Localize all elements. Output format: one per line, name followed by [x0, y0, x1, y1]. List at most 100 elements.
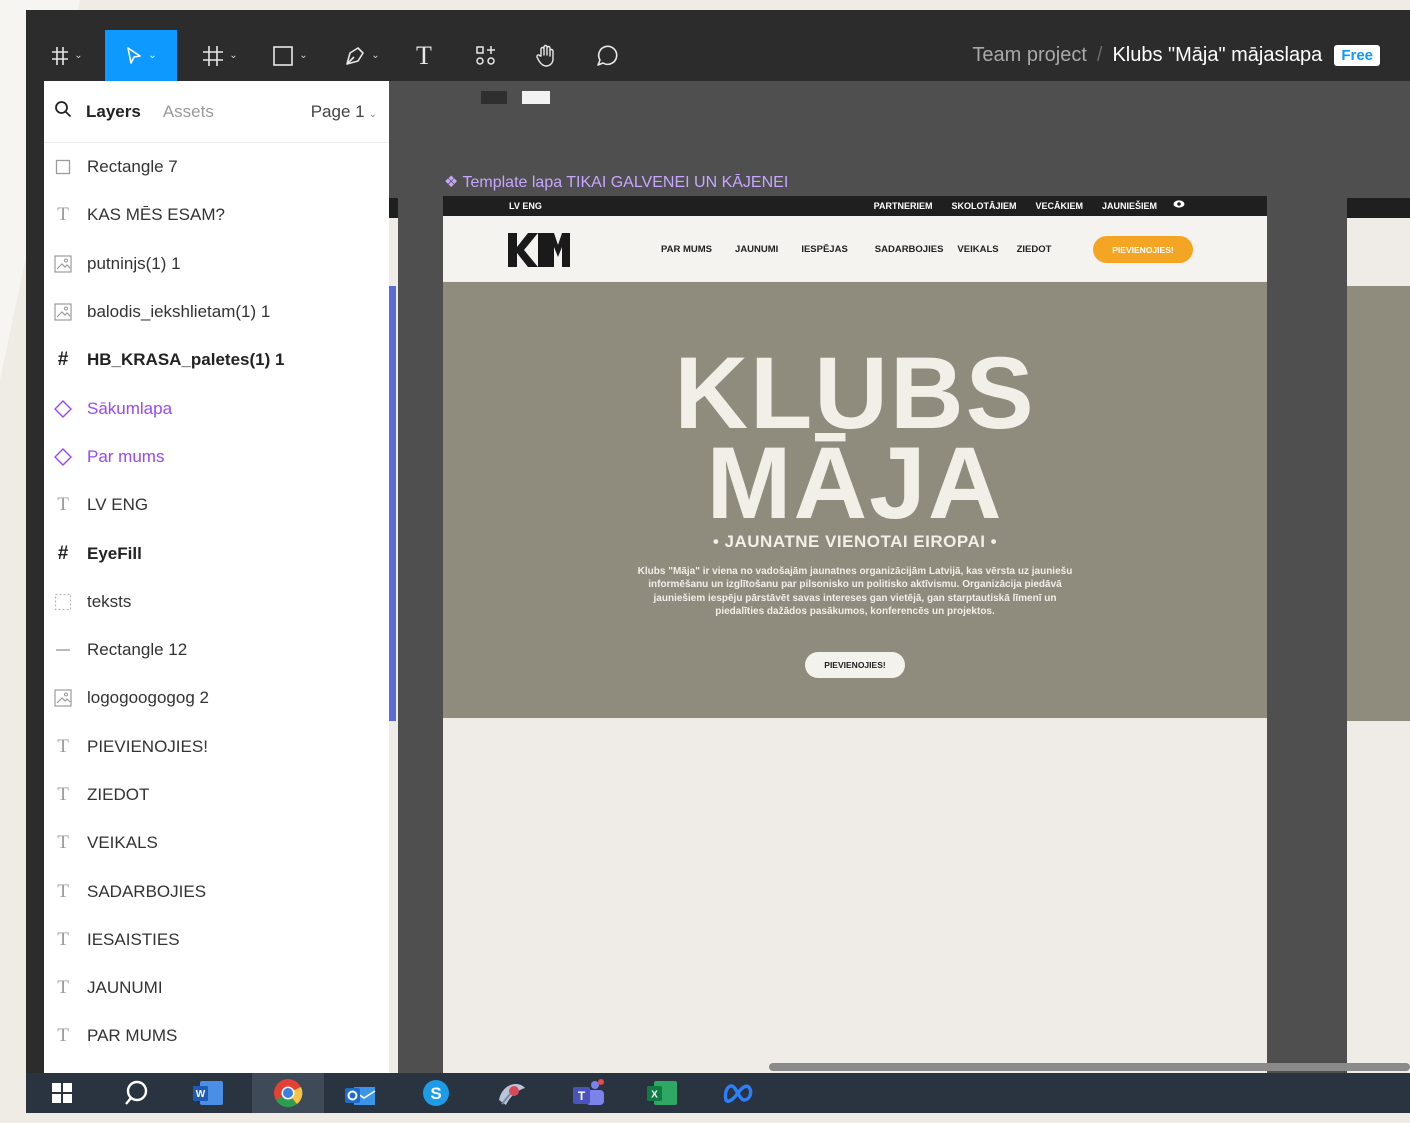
- pen-tool-button[interactable]: ⌄: [334, 30, 390, 81]
- layer-name: teksts: [87, 591, 132, 611]
- layer-name: PAR MUMS: [87, 1026, 178, 1046]
- project-name[interactable]: Team project: [972, 44, 1087, 67]
- layer-item[interactable]: Par mums: [44, 433, 389, 481]
- layer-item[interactable]: # EyeFill: [44, 529, 389, 577]
- top-link[interactable]: VECĀKIEM: [1035, 201, 1083, 211]
- figma-window: ⌄ ⌄ ⌄ ⌄ ⌄ T Team project / Klubs "Māja" …: [26, 10, 1410, 1113]
- svg-text:X: X: [651, 1090, 658, 1101]
- layer-item[interactable]: T SADARBOJIES: [44, 867, 389, 915]
- nav-item[interactable]: VEIKALS: [957, 244, 998, 255]
- top-link[interactable]: SKOLOTĀJIEM: [951, 201, 1016, 211]
- text-icon: T: [57, 977, 69, 999]
- resources-button[interactable]: [468, 30, 504, 81]
- file-title[interactable]: Team project / Klubs "Māja" mājaslapa Fr…: [972, 30, 1380, 81]
- nav-item[interactable]: IESPĒJAS: [801, 244, 847, 255]
- comment-tool-button[interactable]: [588, 30, 624, 81]
- layer-name: KAS MĒS ESAM?: [87, 205, 225, 225]
- layer-name: EyeFill: [87, 543, 142, 563]
- text-icon: T: [57, 1025, 69, 1047]
- taskbar-chrome[interactable]: [252, 1073, 324, 1113]
- layer-item[interactable]: logogoogogog 2: [44, 674, 389, 722]
- search-layers-button[interactable]: [54, 100, 74, 123]
- layer-item[interactable]: T IESAISTIES: [44, 916, 389, 964]
- nav-item[interactable]: ZIEDOT: [1017, 244, 1052, 255]
- frame-tool-button[interactable]: ⌄: [192, 30, 248, 81]
- taskbar-snipping-tool[interactable]: [484, 1073, 540, 1113]
- horizontal-scrollbar[interactable]: [769, 1063, 1410, 1071]
- hero-description: Klubs "Māja" ir viena no vadošajām jauna…: [637, 566, 1073, 617]
- tab-assets[interactable]: Assets: [163, 102, 214, 122]
- top-link[interactable]: PARTNERIEM: [874, 201, 933, 211]
- layer-name: Sākumlapa: [87, 398, 173, 418]
- layer-item[interactable]: teksts: [44, 578, 389, 626]
- layer-item[interactable]: T VEIKALS: [44, 819, 389, 867]
- page-selector[interactable]: Page 1 ⌄: [311, 102, 377, 122]
- layer-item[interactable]: T PAR MUMS: [44, 1012, 389, 1060]
- text-icon: T: [57, 494, 69, 516]
- file-name[interactable]: Klubs "Māja" mājaslapa: [1112, 44, 1322, 67]
- right-frame-top[interactable]: [1347, 198, 1410, 218]
- top-link[interactable]: JAUNIEŠIEM: [1102, 201, 1157, 211]
- site-top-bar: LV ENG PARTNERIEM SKOLOTĀJIEM VECĀKIEM J…: [443, 196, 1267, 216]
- layer-name: SADARBOJIES: [87, 881, 207, 901]
- taskbar-search-button[interactable]: [108, 1073, 164, 1113]
- layer-item[interactable]: Sākumlapa: [44, 384, 389, 432]
- chevron-down-icon: ⌄: [229, 50, 238, 61]
- hero-join-button[interactable]: PIEVIENOJIES!: [805, 652, 905, 678]
- website-frame[interactable]: LV ENG PARTNERIEM SKOLOTĀJIEM VECĀKIEM J…: [443, 196, 1267, 1073]
- layer-item[interactable]: T JAUNUMI: [44, 964, 389, 1012]
- taskbar-meta[interactable]: [710, 1073, 766, 1113]
- plan-badge[interactable]: Free: [1334, 45, 1380, 66]
- frame-tool-icon: [203, 45, 224, 66]
- nav-item[interactable]: SADARBOJIES: [875, 244, 944, 255]
- move-tool-icon: [127, 46, 142, 64]
- rectangle-icon: [53, 157, 73, 177]
- layer-name: Par mums: [87, 446, 165, 466]
- nav-item[interactable]: PAR MUMS: [661, 244, 712, 255]
- layer-item[interactable]: T PIEVIENOJIES!: [44, 723, 389, 771]
- page-selector-label: Page 1: [310, 101, 365, 121]
- layer-item[interactable]: # HB_KRASA_paletes(1) 1: [44, 336, 389, 384]
- start-button[interactable]: [34, 1073, 90, 1113]
- layer-item[interactable]: balodis_iekshlietam(1) 1: [44, 288, 389, 336]
- group-icon: [53, 592, 73, 612]
- move-tool-button[interactable]: ⌄: [105, 30, 177, 81]
- taskbar-teams[interactable]: T: [560, 1073, 616, 1113]
- layer-item[interactable]: putninjs(1) 1: [44, 240, 389, 288]
- taskbar-excel[interactable]: X: [634, 1073, 690, 1113]
- layer-item[interactable]: T ZIEDOT: [44, 771, 389, 819]
- layer-name: Rectangle 12: [87, 640, 188, 660]
- skype-icon: S: [423, 1080, 449, 1106]
- taskbar-skype[interactable]: S: [408, 1073, 464, 1113]
- hand-tool-button[interactable]: [528, 30, 564, 81]
- teams-icon: T: [573, 1079, 604, 1105]
- layer-name: ZIEDOT: [87, 785, 150, 804]
- taskbar-outlook[interactable]: [332, 1073, 388, 1113]
- meta-icon: [723, 1084, 753, 1103]
- layer-item[interactable]: T LV ENG: [44, 481, 389, 529]
- rectangle-tool-button[interactable]: ⌄: [262, 30, 318, 81]
- site-logo[interactable]: [508, 233, 570, 272]
- layer-item[interactable]: T KAS MĒS ESAM?: [44, 191, 389, 239]
- tab-layers[interactable]: Layers: [86, 102, 141, 122]
- nav-item[interactable]: JAUNUMI: [735, 244, 778, 255]
- right-frame-hero[interactable]: [1347, 286, 1410, 721]
- windows-start-icon: [52, 1083, 72, 1103]
- layer-name: putninjs(1) 1: [87, 253, 181, 273]
- left-frame-edge[interactable]: [389, 198, 398, 218]
- eye-icon[interactable]: [1173, 199, 1185, 212]
- layer-item[interactable]: Rectangle 12: [44, 626, 389, 674]
- top-links: PARTNERIEM SKOLOTĀJIEM VECĀKIEM JAUNIEŠI…: [874, 201, 1157, 211]
- layer-item[interactable]: Rectangle 7: [44, 143, 389, 191]
- canvas[interactable]: ❖ Template lapa TIKAI GALVENEI UN KĀJENE…: [389, 81, 1410, 1073]
- canvas-shape[interactable]: [522, 91, 550, 104]
- join-button[interactable]: PIEVIENOJIES!: [1093, 236, 1193, 263]
- taskbar-word[interactable]: W: [180, 1073, 236, 1113]
- figma-menu-button[interactable]: ⌄: [42, 30, 92, 81]
- word-icon: W: [193, 1081, 223, 1105]
- text-tool-button[interactable]: T: [406, 30, 442, 81]
- language-switch[interactable]: LV ENG: [509, 201, 542, 211]
- chevron-down-icon: ⌄: [148, 50, 157, 61]
- frame-label[interactable]: ❖ Template lapa TIKAI GALVENEI UN KĀJENE…: [444, 172, 788, 192]
- canvas-shape[interactable]: [481, 91, 507, 104]
